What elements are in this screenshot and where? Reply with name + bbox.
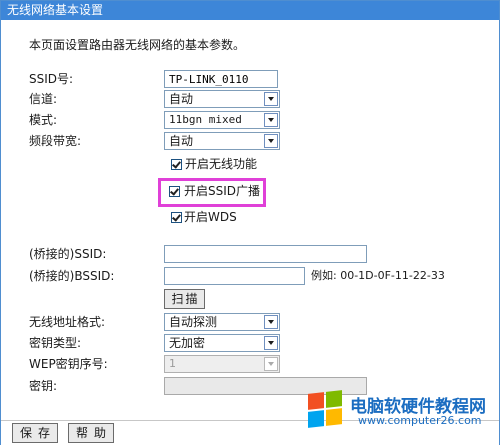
key-type-value: 无加密 (169, 336, 206, 350)
windows-logo-icon (308, 390, 346, 429)
chevron-down-icon[interactable] (264, 315, 278, 329)
mode-select[interactable]: 11bgn mixed (164, 111, 280, 129)
enable-wds-checkbox[interactable] (171, 212, 182, 223)
bandwidth-label: 频段带宽: (29, 134, 82, 148)
watermark: 电脑软硬件教程网 www.computer26.com (300, 389, 500, 433)
enable-ssid-broadcast-label: 开启SSID广播 (184, 184, 261, 198)
wep-index-label: WEP密钥序号: (29, 357, 108, 371)
chevron-down-icon[interactable] (264, 113, 278, 127)
enable-wireless-label: 开启无线功能 (185, 157, 258, 171)
ssid-input[interactable] (164, 70, 278, 88)
address-format-select[interactable]: 自动探测 (164, 313, 280, 331)
ssid-label: SSID号: (29, 72, 74, 86)
intro-text: 本页面设置路由器无线网络的基本参数。 (29, 38, 246, 52)
scan-button[interactable]: 扫描 (164, 289, 205, 309)
channel-select[interactable]: 自动 (164, 90, 280, 108)
enable-ssid-broadcast-checkbox[interactable] (169, 186, 180, 197)
channel-value: 自动 (169, 92, 194, 106)
bandwidth-value: 自动 (169, 134, 194, 148)
chevron-down-icon[interactable] (264, 92, 278, 106)
wep-index-value: 1 (169, 357, 176, 370)
bandwidth-select[interactable]: 自动 (164, 132, 280, 150)
address-format-value: 自动探测 (169, 315, 218, 329)
bridged-ssid-label: (桥接的)SSID: (29, 247, 107, 261)
chevron-down-icon[interactable] (264, 134, 278, 148)
enable-wireless-checkbox[interactable] (171, 159, 182, 170)
bridged-bssid-label: (桥接的)BSSID: (29, 269, 115, 283)
address-format-label: 无线地址格式: (29, 315, 106, 329)
key-type-select[interactable]: 无加密 (164, 334, 280, 352)
wep-index-select[interactable]: 1 (164, 355, 280, 373)
chevron-down-icon[interactable] (264, 336, 278, 350)
key-label: 密钥: (29, 379, 58, 393)
key-type-label: 密钥类型: (29, 336, 82, 350)
watermark-url: www.computer26.com (358, 414, 482, 427)
mode-label: 模式: (29, 113, 58, 127)
help-button[interactable]: 帮助 (68, 423, 114, 443)
bssid-example-text: 例如: 00-1D-0F-11-22-33 (311, 269, 445, 282)
bridged-bssid-input[interactable] (164, 267, 305, 285)
channel-label: 信道: (29, 92, 58, 106)
bridged-ssid-input[interactable] (164, 245, 367, 263)
chevron-down-icon[interactable] (264, 357, 278, 371)
save-button[interactable]: 保存 (12, 423, 58, 443)
mode-value: 11bgn mixed (169, 113, 242, 126)
enable-wds-label: 开启WDS (184, 210, 237, 224)
settings-panel: 无线网络基本设置 本页面设置路由器无线网络的基本参数。 SSID号: 信道: 自… (0, 0, 500, 445)
window-title: 无线网络基本设置 (1, 1, 499, 20)
